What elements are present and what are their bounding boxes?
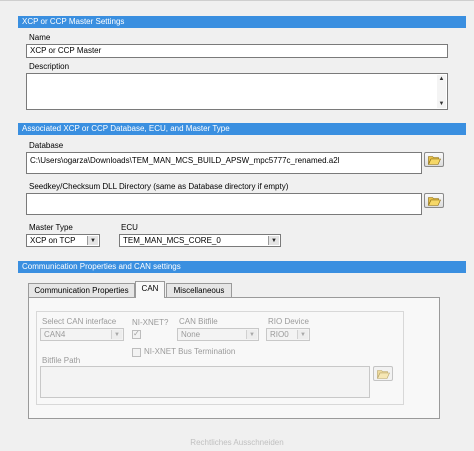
- folder-open-icon: [428, 156, 441, 165]
- master-type-value: XCP on TCP: [30, 236, 76, 245]
- seedkey-browse-button[interactable]: [424, 193, 444, 208]
- can-interface-select[interactable]: CAN4 ▼: [40, 328, 124, 341]
- section-header-master-settings: XCP or CCP Master Settings: [18, 16, 466, 28]
- description-scrollbar[interactable]: ▲ ▼: [437, 75, 446, 108]
- can-bitfile-value: None: [181, 330, 201, 339]
- can-bitfile-label: CAN Bitfile: [179, 317, 218, 326]
- database-path-input[interactable]: C:\Users\ogarza\Downloads\TEM_MAN_MCS_BU…: [26, 152, 422, 174]
- nixnet-label: NI-XNET?: [132, 318, 169, 327]
- name-label: Name: [29, 33, 51, 42]
- tab-communication-properties[interactable]: Communication Properties: [28, 283, 135, 297]
- master-type-label: Master Type: [29, 223, 73, 232]
- footer-caption: Rechtliches Ausschneiden: [190, 438, 284, 447]
- name-input[interactable]: XCP or CCP Master: [26, 44, 448, 58]
- nixnet-checkbox[interactable]: [132, 329, 141, 339]
- bitfile-browse-button[interactable]: [373, 366, 393, 381]
- can-interface-label: Select CAN interface: [42, 317, 117, 326]
- section-header-database: Associated XCP or CCP Database, ECU, and…: [18, 123, 466, 135]
- top-border: [0, 0, 474, 1]
- description-textarea[interactable]: ▲ ▼: [26, 73, 448, 110]
- scroll-down-icon[interactable]: ▼: [437, 100, 446, 108]
- chevron-down-icon[interactable]: ▼: [246, 330, 257, 339]
- folder-open-icon: [377, 370, 390, 379]
- bitfile-path-input[interactable]: [40, 366, 370, 398]
- bus-termination-checkbox[interactable]: [132, 348, 141, 357]
- chevron-down-icon[interactable]: ▼: [111, 330, 122, 339]
- section-header-communication: Communication Properties and CAN setting…: [18, 261, 466, 273]
- tab-can[interactable]: CAN: [135, 281, 165, 298]
- ecu-label: ECU: [121, 223, 138, 232]
- rio-device-value: RIO0: [270, 330, 289, 339]
- chevron-down-icon[interactable]: ▼: [297, 330, 308, 339]
- chevron-down-icon[interactable]: ▼: [268, 236, 279, 245]
- folder-open-icon: [428, 197, 441, 206]
- bitfile-path-label: Bitfile Path: [42, 356, 81, 365]
- rio-device-select[interactable]: RIO0 ▼: [266, 328, 310, 341]
- bus-termination-label: NI-XNET Bus Termination: [144, 347, 236, 356]
- rio-device-label: RIO Device: [268, 317, 309, 326]
- chevron-down-icon[interactable]: ▼: [87, 236, 98, 245]
- ecu-value: TEM_MAN_MCS_CORE_0: [123, 236, 221, 245]
- database-label: Database: [29, 141, 64, 150]
- master-type-select[interactable]: XCP on TCP ▼: [26, 234, 100, 247]
- can-bitfile-select[interactable]: None ▼: [177, 328, 259, 341]
- scroll-up-icon[interactable]: ▲: [437, 75, 446, 83]
- seedkey-label: Seedkey/Checksum DLL Directory (same as …: [29, 182, 289, 191]
- description-label: Description: [29, 62, 70, 71]
- can-interface-value: CAN4: [44, 330, 66, 339]
- tab-miscellaneous[interactable]: Miscellaneous: [166, 283, 232, 297]
- database-browse-button[interactable]: [424, 152, 444, 167]
- seedkey-directory-input[interactable]: [26, 193, 422, 215]
- ecu-select[interactable]: TEM_MAN_MCS_CORE_0 ▼: [119, 234, 281, 247]
